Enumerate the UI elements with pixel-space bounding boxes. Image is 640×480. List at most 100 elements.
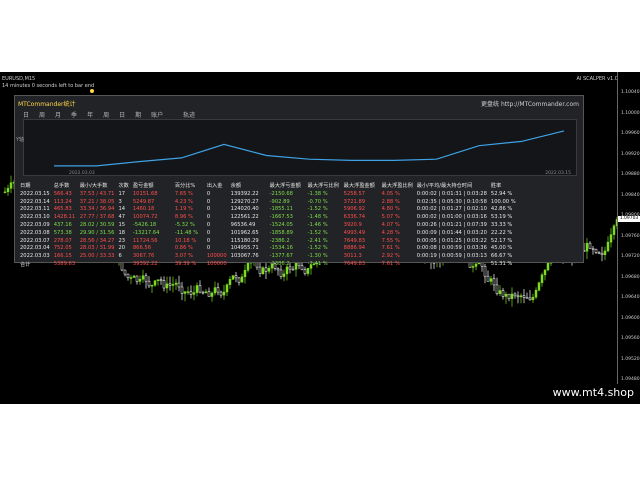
column-header: 次数 <box>118 182 129 189</box>
table-cell: 14 <box>118 206 126 213</box>
table-cell: 0:00:08 | 0:00:59 | 0:03:36 <box>416 245 487 252</box>
bottom-strip <box>0 384 640 404</box>
table-cell <box>415 260 489 268</box>
candle <box>201 290 205 295</box>
candle <box>231 275 235 280</box>
table-cell: 10.18 % <box>174 237 197 244</box>
table-cell: 0:00:05 | 0:01:25 | 0:03:22 <box>416 237 487 244</box>
table-cell: 23 <box>118 237 126 244</box>
table-cell: 139392.22 <box>230 190 259 197</box>
table-cell: 合计 <box>20 261 31 268</box>
table-cell: 3 <box>118 198 122 205</box>
candle <box>144 273 148 289</box>
toolbar-item[interactable]: 期 <box>135 112 141 119</box>
table-cell: -1.30 % <box>307 253 328 260</box>
table-cell: -11.48 % <box>174 229 199 236</box>
candle <box>489 276 493 286</box>
table-cell: 0 <box>206 190 211 197</box>
countdown-label: 14 minutes 0 seconds left to bar end <box>2 83 95 89</box>
table-cell: 4.05 % <box>381 190 400 197</box>
table-cell: 7.61 % <box>381 261 400 268</box>
table-cell: 4.07 % <box>381 222 400 229</box>
price-tick: 1.09520 <box>621 356 640 362</box>
table-cell: 18 <box>118 229 126 236</box>
table-cell: 566.43 <box>53 190 72 197</box>
table-cell: 465.83 <box>53 206 72 213</box>
table-cell: 3067.76 <box>132 253 155 260</box>
candle <box>159 276 163 285</box>
toolbar-item[interactable]: 周 <box>39 112 45 119</box>
table-row: 合计 5389.63 39392.22 39.39 % 100000 -2386.2 -2.… <box>18 260 525 268</box>
table-cell: 0:00:09 | 0:01:44 | 0:03:20 <box>416 229 487 236</box>
table-cell: 0:00:19 | 0:00:59 | 0:03:13 <box>416 253 487 260</box>
symbol-label: EURUSD,M15 <box>2 76 36 82</box>
table-cell: 15 <box>118 222 126 229</box>
toolbar-item[interactable]: 日 <box>23 112 29 119</box>
table-cell: 129270.27 <box>230 198 259 205</box>
table-cell: 1.19 % <box>174 206 193 213</box>
candle <box>150 284 154 293</box>
table-cell: 166.15 <box>53 253 72 260</box>
candle <box>183 291 187 302</box>
toolbar-item[interactable]: 月 <box>55 112 61 119</box>
toolbar-item[interactable]: 年 <box>87 112 93 119</box>
table-cell: 0:02:35 | 0:05:30 | 0:10:58 <box>416 198 487 205</box>
price-tick: 1.09960 <box>621 131 640 136</box>
stats-table: 日期 总手数 最小/大手数 次数 盈亏金额 百分比% 出入金 余额 最大浮亏金额 最大浮亏比例 最大… <box>18 180 525 268</box>
candle <box>543 269 547 281</box>
toolbar-item[interactable]: 日 <box>119 112 125 119</box>
table-cell: 6336.74 <box>343 214 366 221</box>
candle <box>174 279 178 291</box>
price-tick: 1.09720 <box>621 254 640 259</box>
candle <box>165 276 169 294</box>
candle <box>138 275 142 285</box>
candle <box>534 287 538 300</box>
column-header: 盈亏金额 <box>132 182 154 189</box>
statistics-panel[interactable]: MTCommander统计 更盘统 http://MTCommander.com… <box>14 95 584 268</box>
table-cell: -2386.2 <box>269 261 290 268</box>
price-tick: 1.09480 <box>621 377 640 382</box>
table-cell: 124020.40 <box>230 206 259 213</box>
table-cell: 2022.03.04 <box>20 245 50 252</box>
panel-toolbar: 日 周 月 季 年 周 日 期 账户 轨迹 <box>23 110 205 119</box>
table-cell: 25.00 / 33.33 <box>79 253 115 260</box>
candle <box>240 273 244 283</box>
table-cell: 10074.72 <box>132 214 158 221</box>
table-cell: 100000 <box>206 253 227 260</box>
candle <box>222 284 226 300</box>
table-cell: 28.03 / 31.99 <box>79 245 115 252</box>
table-cell: 2022.03.08 <box>20 229 50 236</box>
table-cell: -0.70 % <box>307 198 328 205</box>
toolbar-item[interactable]: 周 <box>103 112 109 119</box>
table-cell: 0:00:26 | 0:01:21 | 0:07:39 <box>416 222 487 229</box>
column-header: 总手数 <box>53 182 70 189</box>
table-cell: 10151.68 <box>132 190 158 197</box>
candle <box>210 291 214 302</box>
table-cell: 22.22 % <box>490 229 513 236</box>
toolbar-item[interactable]: 轨迹 <box>183 112 195 119</box>
table-cell: 0:00:02 | 0:01:31 | 0:03:28 <box>416 190 487 197</box>
table-row: 2022.03.14 113.24 37.21 / 38.05 3 5249.87 4.2… <box>18 198 525 206</box>
table-cell: 33.34 / 36.94 <box>79 206 115 213</box>
toolbar-item[interactable]: 季 <box>71 112 77 119</box>
candle <box>504 291 508 304</box>
ea-label: AI SCALPER v1.0 <box>576 76 618 82</box>
y-axis-label: Y轴 <box>16 137 25 143</box>
price-tick: 1.09920 <box>621 151 640 157</box>
panel-link[interactable]: 更盘统 http://MTCommander.com <box>481 99 579 108</box>
table-cell: -2.41 % <box>307 237 328 244</box>
price-tick: 1.10000 <box>621 110 640 116</box>
equity-curve <box>54 130 565 167</box>
table-cell: 28.02 / 30.59 <box>79 222 115 229</box>
toolbar-item[interactable]: 账户 <box>151 112 163 119</box>
table-cell: 29.90 / 31.56 <box>79 229 115 236</box>
candle <box>516 291 520 304</box>
table-cell: 2.92 % <box>381 253 400 260</box>
table-cell: 3.07 % <box>174 253 193 260</box>
candle <box>282 269 286 282</box>
price-tick: 1.09600 <box>621 315 640 321</box>
table-cell: 0.86 % <box>174 245 193 252</box>
table-row: 2022.03.15 566.43 37.53 / 43.71 17 10151.68 7… <box>18 190 525 198</box>
candle <box>531 293 535 303</box>
table-row: 2022.03.09 437.16 28.02 / 30.59 15 -5426.18 -… <box>18 221 525 229</box>
